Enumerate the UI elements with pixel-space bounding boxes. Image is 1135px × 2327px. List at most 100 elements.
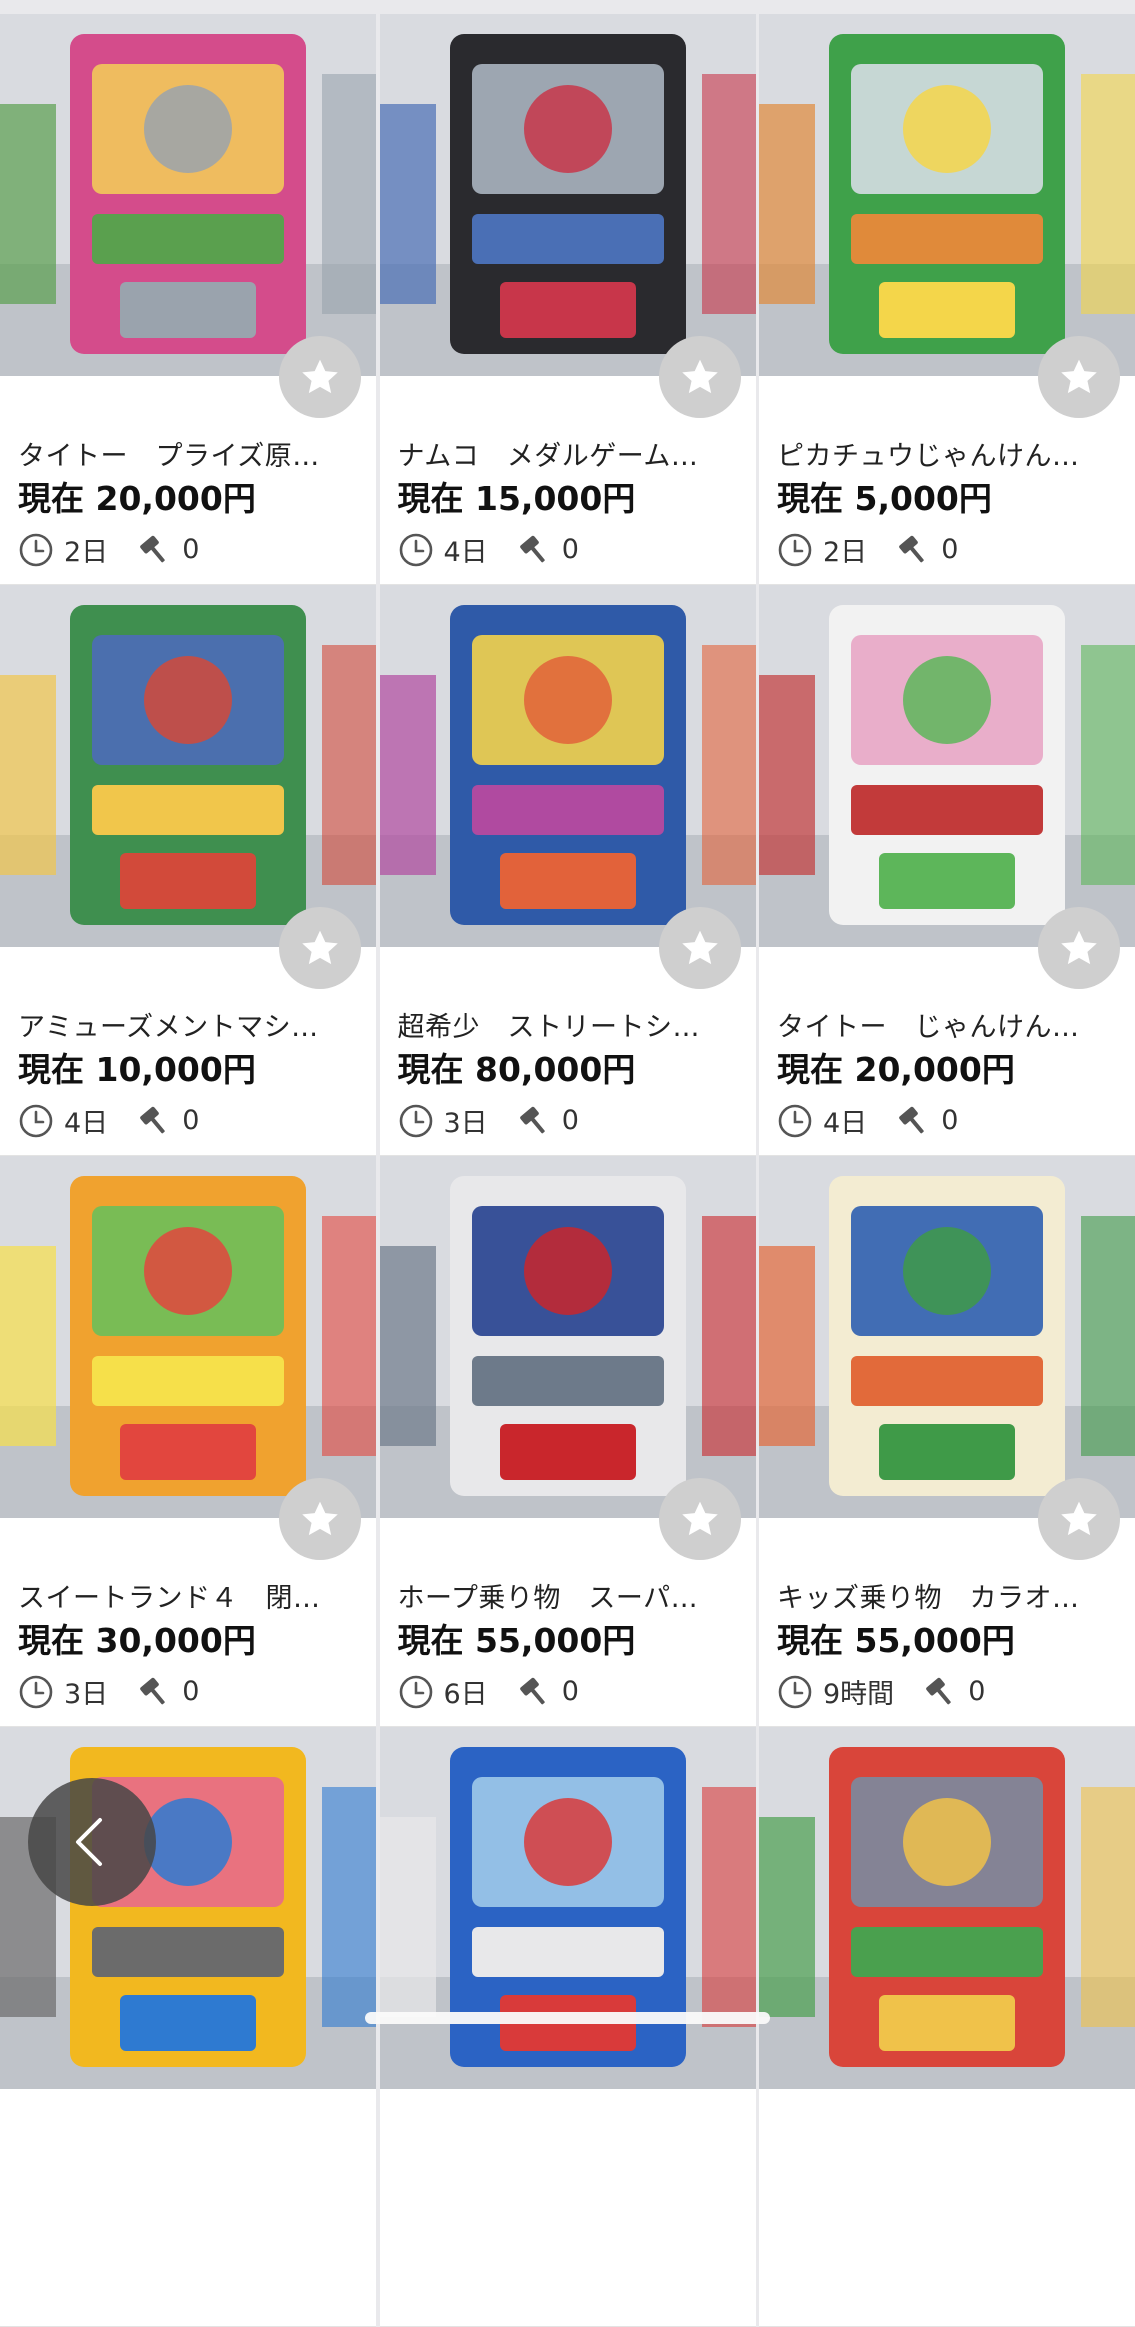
gavel-icon [895, 532, 931, 568]
arcade-machine-image [759, 1727, 1135, 2089]
listing-thumbnail[interactable] [0, 1156, 376, 1518]
listing-meta: 9時間 0 [777, 1672, 985, 1711]
listing-thumbnail[interactable] [379, 1156, 756, 1518]
listing-meta: 3日 0 [18, 1672, 199, 1711]
bid-count: 0 [561, 1105, 579, 1136]
listing-card[interactable]: タイトー プライズ原… 現在 20,000円 2日 0 [0, 14, 376, 585]
bid-count: 0 [968, 1676, 986, 1707]
bid-count: 0 [182, 1105, 200, 1136]
bid-count: 0 [182, 534, 200, 565]
star-icon [1061, 1501, 1097, 1536]
star-icon [681, 359, 718, 394]
arcade-machine-image [0, 585, 376, 947]
bid-count: 0 [941, 1105, 959, 1136]
listing-meta: 6日 0 [398, 1672, 579, 1711]
listing-thumbnail[interactable] [0, 585, 376, 947]
bid-count: 0 [561, 1676, 579, 1707]
gavel-icon [516, 1103, 552, 1139]
time-left: 3日 [443, 1108, 488, 1139]
gavel-icon [922, 1674, 958, 1710]
listing-price: 現在 30,000円 [18, 1621, 256, 1660]
listing-card[interactable]: ホープ乗り物 スーパ… 現在 55,000円 6日 0 [379, 1156, 756, 1727]
listing-title[interactable]: ナムコ メダルゲーム… [398, 434, 728, 473]
favorite-button[interactable] [658, 907, 741, 989]
favorite-button[interactable] [279, 907, 361, 989]
clock-icon [398, 1674, 434, 1710]
bid-count: 0 [561, 534, 579, 565]
star-icon [1061, 359, 1097, 394]
listing-card[interactable]: タイトー じゃんけん… 現在 20,000円 4日 0 [759, 585, 1135, 1156]
clock-icon [18, 1674, 54, 1710]
listing-thumbnail[interactable] [759, 1156, 1135, 1518]
listing-title[interactable]: アミューズメントマシ… [18, 1005, 348, 1044]
listing-title[interactable]: ホープ乗り物 スーパ… [398, 1576, 728, 1615]
gavel-icon [136, 1103, 172, 1139]
listing-meta: 4日 0 [777, 1101, 958, 1140]
favorite-button[interactable] [1038, 336, 1120, 418]
favorite-button[interactable] [279, 1478, 361, 1560]
home-indicator [365, 2012, 770, 2024]
chevron-left-icon [76, 1818, 102, 1866]
time-left: 6日 [443, 1679, 488, 1710]
listing-title[interactable]: タイトー プライズ原… [18, 434, 348, 473]
clock-icon [777, 1103, 813, 1139]
gavel-icon [136, 532, 172, 568]
listing-price: 現在 20,000円 [777, 1050, 1015, 1089]
listing-meta: 3日 0 [398, 1101, 579, 1140]
listing-card[interactable] [759, 1727, 1135, 2327]
favorite-button[interactable] [658, 1478, 741, 1560]
arcade-machine-image [379, 1156, 756, 1518]
listing-title[interactable]: キッズ乗り物 カラオ… [777, 1576, 1107, 1615]
gavel-icon [516, 1674, 552, 1710]
listing-title[interactable]: 超希少 ストリートシ… [398, 1005, 728, 1044]
time-left: 4日 [443, 537, 488, 568]
arcade-machine-image [759, 1156, 1135, 1518]
listing-thumbnail[interactable] [0, 1727, 376, 2089]
arcade-machine-image [379, 585, 756, 947]
listing-title[interactable]: タイトー じゃんけん… [777, 1005, 1107, 1044]
gavel-icon [136, 1674, 172, 1710]
favorite-button[interactable] [1038, 907, 1120, 989]
listing-thumbnail[interactable] [759, 14, 1135, 376]
star-icon [302, 930, 338, 965]
listing-thumbnail[interactable] [379, 1727, 756, 2089]
listing-card[interactable] [379, 1727, 756, 2327]
listing-card[interactable]: 超希少 ストリートシ… 現在 80,000円 3日 0 [379, 585, 756, 1156]
time-left: 3日 [64, 1679, 109, 1710]
listing-card[interactable]: アミューズメントマシ… 現在 10,000円 4日 0 [0, 585, 376, 1156]
arcade-machine-image [379, 1727, 756, 2089]
favorite-button[interactable] [1038, 1478, 1120, 1560]
time-left: 4日 [64, 1108, 109, 1139]
arcade-machine-image [0, 1156, 376, 1518]
star-icon [681, 1501, 718, 1536]
time-left: 4日 [823, 1108, 868, 1139]
favorite-button[interactable] [658, 336, 741, 418]
listing-grid: タイトー プライズ原… 現在 20,000円 2日 0 ナムコ メダルゲーム… 現在 15… [0, 14, 1135, 2327]
listing-thumbnail[interactable] [379, 585, 756, 947]
listing-price: 現在 20,000円 [18, 479, 256, 518]
clock-icon [18, 1103, 54, 1139]
bid-count: 0 [182, 1676, 200, 1707]
arcade-machine-image [0, 1727, 376, 2089]
back-button[interactable] [28, 1778, 156, 1906]
listing-card[interactable]: ピカチュウじゃんけん… 現在 5,000円 2日 0 [759, 14, 1135, 585]
favorite-button[interactable] [279, 336, 361, 418]
listing-title[interactable]: ピカチュウじゃんけん… [777, 434, 1107, 473]
arcade-machine-image [379, 14, 756, 376]
listing-card[interactable]: ナムコ メダルゲーム… 現在 15,000円 4日 0 [379, 14, 756, 585]
listing-thumbnail[interactable] [759, 1727, 1135, 2089]
listing-card[interactable]: スイートランド４ 閉… 現在 30,000円 3日 0 [0, 1156, 376, 1727]
listing-thumbnail[interactable] [379, 14, 756, 376]
listing-title[interactable]: スイートランド４ 閉… [18, 1576, 348, 1615]
gavel-icon [516, 532, 552, 568]
bid-count: 0 [941, 534, 959, 565]
gavel-icon [895, 1103, 931, 1139]
listing-card[interactable]: キッズ乗り物 カラオ… 現在 55,000円 9時間 0 [759, 1156, 1135, 1727]
listing-meta: 2日 0 [777, 530, 958, 569]
star-icon [681, 930, 718, 965]
listing-thumbnail[interactable] [0, 14, 376, 376]
listing-thumbnail[interactable] [759, 585, 1135, 947]
star-icon [302, 1501, 338, 1536]
clock-icon [398, 532, 434, 568]
time-left: 2日 [64, 537, 109, 568]
